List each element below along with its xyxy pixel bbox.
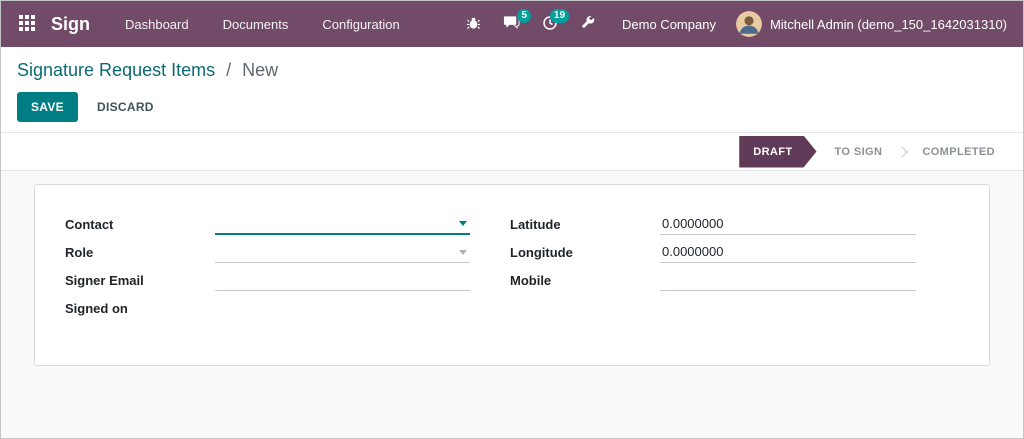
chevron-down-icon: [459, 250, 467, 255]
avatar: [735, 11, 762, 37]
field-row-contact: Contact: [65, 213, 470, 235]
chevron-right-icon: [896, 145, 909, 158]
tools-icon: [580, 15, 595, 33]
field-row-longitude: Longitude: [510, 241, 959, 263]
breadcrumb: Signature Request Items / New: [17, 57, 1007, 83]
status-step-to-sign[interactable]: TO SIGN: [823, 133, 895, 170]
signed-on-value: [215, 297, 470, 319]
activities-button[interactable]: 19: [533, 8, 570, 40]
breadcrumb-current: New: [242, 60, 279, 80]
apps-menu-button[interactable]: [13, 11, 41, 38]
latitude-label: Latitude: [510, 216, 561, 232]
chevron-down-icon: [459, 221, 467, 226]
menu-dashboard[interactable]: Dashboard: [108, 1, 206, 47]
top-navbar: Sign Dashboard Documents Configuration 5…: [1, 1, 1023, 47]
breadcrumb-separator: /: [226, 60, 232, 80]
field-row-role: Role: [65, 241, 470, 263]
mobile-label: Mobile: [510, 272, 552, 288]
main-menu: Dashboard Documents Configuration: [108, 1, 417, 47]
save-button[interactable]: SAVE: [17, 92, 78, 122]
status-step-draft[interactable]: DRAFT: [739, 136, 816, 168]
messages-badge: 5: [517, 9, 532, 23]
form-sheet: Contact Role Signer Email Signed on Lati…: [34, 184, 990, 366]
discard-button[interactable]: DISCARD: [84, 93, 167, 121]
debug-bug-icon: [466, 15, 481, 33]
form-right-column: Latitude Longitude Mobile: [510, 213, 959, 325]
form-left-column: Contact Role Signer Email Signed on: [65, 213, 470, 325]
user-menu[interactable]: Mitchell Admin (demo_150_1642031310): [734, 11, 1009, 37]
signer-email-label: Signer Email: [65, 272, 144, 288]
role-label: Role: [65, 244, 94, 260]
longitude-label: Longitude: [510, 244, 573, 260]
user-name: Mitchell Admin (demo_150_1642031310): [769, 16, 1007, 32]
signed-on-label: Signed on: [65, 300, 128, 316]
statusbar-steps: DRAFT TO SIGN COMPLETED: [739, 133, 1007, 170]
field-row-latitude: Latitude: [510, 213, 959, 235]
field-row-signed-on: Signed on: [65, 297, 470, 319]
navbar-right: 5 19 Demo Company Mitchell Admin (demo_1…: [457, 8, 1009, 40]
sheet-background: Contact Role Signer Email Signed on Lati…: [1, 171, 1023, 438]
navbar-left: Sign Dashboard Documents Configuration: [13, 1, 417, 47]
signer-email-input[interactable]: [215, 269, 470, 291]
role-select[interactable]: [215, 241, 470, 263]
statusbar: DRAFT TO SIGN COMPLETED: [1, 133, 1023, 171]
menu-configuration[interactable]: Configuration: [305, 1, 416, 47]
apps-grid-icon: [19, 14, 35, 34]
contact-select[interactable]: [215, 213, 470, 235]
mobile-input[interactable]: [660, 269, 916, 291]
menu-documents[interactable]: Documents: [206, 1, 306, 47]
app-name[interactable]: Sign: [51, 14, 90, 35]
field-row-mobile: Mobile: [510, 269, 959, 291]
company-switcher[interactable]: Demo Company: [608, 17, 730, 32]
latitude-input[interactable]: [660, 213, 916, 235]
messages-button[interactable]: 5: [494, 9, 532, 39]
control-panel-buttons: SAVE DISCARD: [17, 92, 1007, 122]
longitude-input[interactable]: [660, 241, 916, 263]
form-grid: Contact Role Signer Email Signed on Lati…: [65, 213, 959, 325]
page: Sign Dashboard Documents Configuration 5…: [0, 0, 1024, 439]
tools-button[interactable]: [571, 9, 604, 39]
field-row-signer-email: Signer Email: [65, 269, 470, 291]
activities-badge: 19: [549, 8, 570, 23]
contact-label: Contact: [65, 216, 114, 232]
debug-button[interactable]: [457, 9, 490, 39]
control-panel: Signature Request Items / New SAVE DISCA…: [1, 47, 1023, 133]
status-step-completed[interactable]: COMPLETED: [910, 133, 1007, 170]
breadcrumb-parent[interactable]: Signature Request Items: [17, 60, 215, 80]
